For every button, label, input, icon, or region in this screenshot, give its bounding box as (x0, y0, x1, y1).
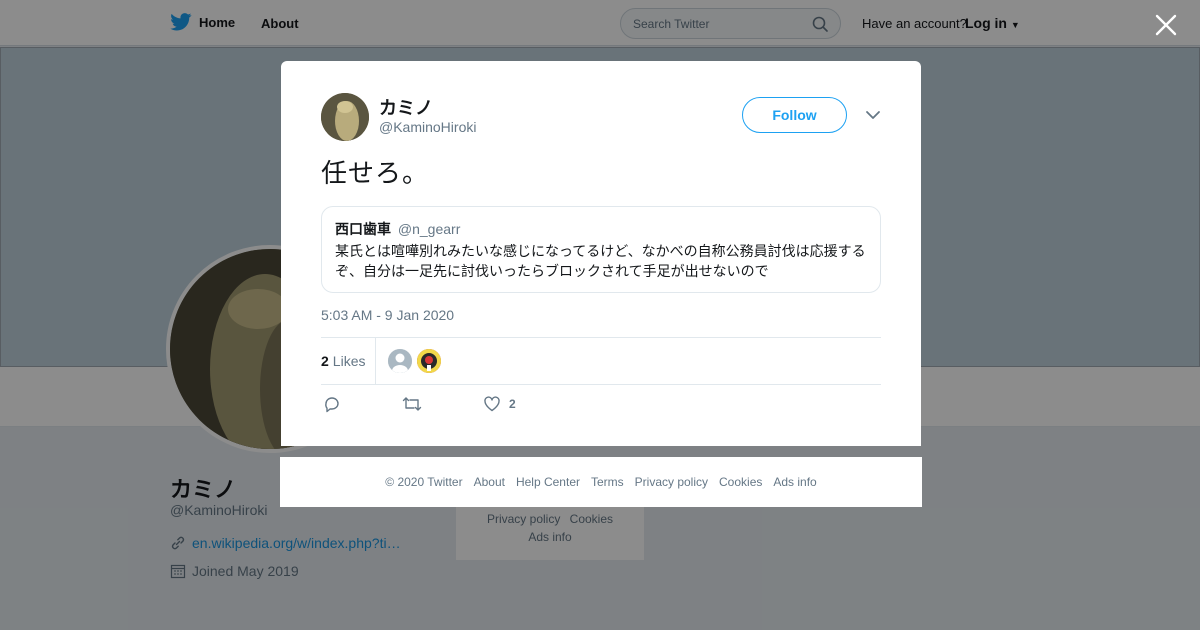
follow-button[interactable]: Follow (742, 97, 847, 133)
like-button[interactable]: 2 (483, 395, 516, 413)
heart-icon (484, 396, 500, 412)
chevron-down-icon[interactable] (865, 109, 881, 121)
likes-label: Likes (332, 353, 366, 369)
liker-avatar[interactable] (388, 349, 413, 373)
reply-icon (325, 397, 339, 413)
likers-list (388, 349, 442, 373)
tweet-modal: カミノ @KaminoHiroki Follow 任せろ。 西口歯車 @n_ge… (281, 61, 921, 446)
reply-button[interactable] (323, 395, 341, 413)
default-user-icon (388, 349, 413, 373)
footer-terms-link[interactable]: Terms (591, 475, 624, 489)
tweet-author-avatar[interactable] (321, 93, 369, 141)
tweet-stats: 2 Likes (321, 337, 881, 385)
footer-help-link[interactable]: Help Center (516, 475, 580, 489)
tweet-text: 任せろ。 (321, 158, 430, 188)
quoted-author-name: 西口歯車 (335, 221, 391, 237)
footer-ads-link[interactable]: Ads info (773, 475, 816, 489)
quoted-tweet-text: 某氏とは喧嘩別れみたいな感じになってるけど、なかべの自称公務員討伐は応援するぞ、… (335, 243, 866, 279)
tweet-author-handle[interactable]: @KaminoHiroki (379, 119, 476, 135)
quoted-tweet[interactable]: 西口歯車 @n_gearr 某氏とは喧嘩別れみたいな感じになってるけど、なかべの… (321, 206, 881, 293)
footer-privacy-link[interactable]: Privacy policy (635, 475, 708, 489)
tweet-author-name[interactable]: カミノ (379, 94, 433, 120)
likes-count: 2 (321, 353, 329, 369)
quoted-author-handle: @n_gearr (397, 221, 461, 237)
footer-cookies-link[interactable]: Cookies (719, 475, 762, 489)
footer-copyright: © 2020 Twitter (385, 475, 463, 489)
like-action-count: 2 (509, 397, 516, 411)
cobra-avatar-image (321, 93, 369, 141)
retweet-icon (402, 397, 422, 411)
modal-footer: © 2020 Twitter About Help Center Terms P… (280, 457, 922, 507)
liker-avatar[interactable] (417, 349, 442, 373)
retweet-button[interactable] (402, 395, 422, 413)
character-avatar-icon (417, 349, 442, 373)
quoted-tweet-header: 西口歯車 @n_gearr (335, 220, 867, 238)
footer-about-link[interactable]: About (474, 475, 505, 489)
tweet-timestamp[interactable]: 5:03 AM - 9 Jan 2020 (321, 307, 454, 323)
tweet-actions: 2 (321, 395, 881, 417)
likes-stat[interactable]: 2 Likes (321, 337, 377, 385)
close-icon[interactable] (1153, 12, 1179, 38)
